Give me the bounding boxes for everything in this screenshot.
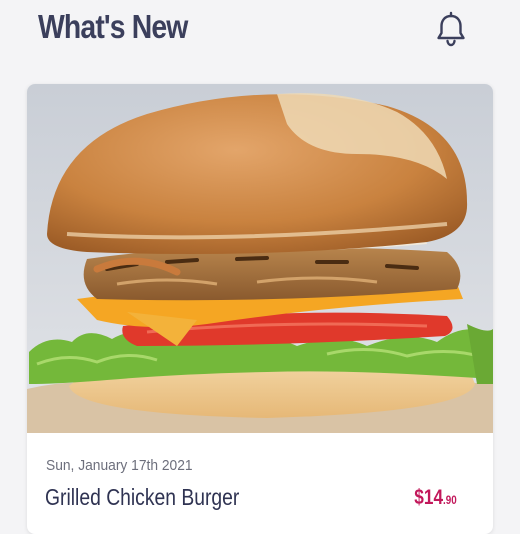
price-currency: $ <box>414 486 425 509</box>
featured-item-card[interactable]: Sun, January 17th 2021 Grilled Chicken B… <box>27 84 493 534</box>
price-whole: 14 <box>424 486 444 509</box>
burger-image <box>27 84 493 433</box>
app-header: What's New <box>0 0 520 70</box>
item-name: Grilled Chicken Burger <box>45 484 240 510</box>
page-title: What's New <box>38 8 188 45</box>
bell-icon <box>437 11 465 47</box>
item-price: $14.90 <box>415 486 457 510</box>
item-date: Sun, January 17th 2021 <box>46 457 193 474</box>
price-cents: .90 <box>443 493 457 507</box>
notifications-button[interactable] <box>432 10 470 48</box>
